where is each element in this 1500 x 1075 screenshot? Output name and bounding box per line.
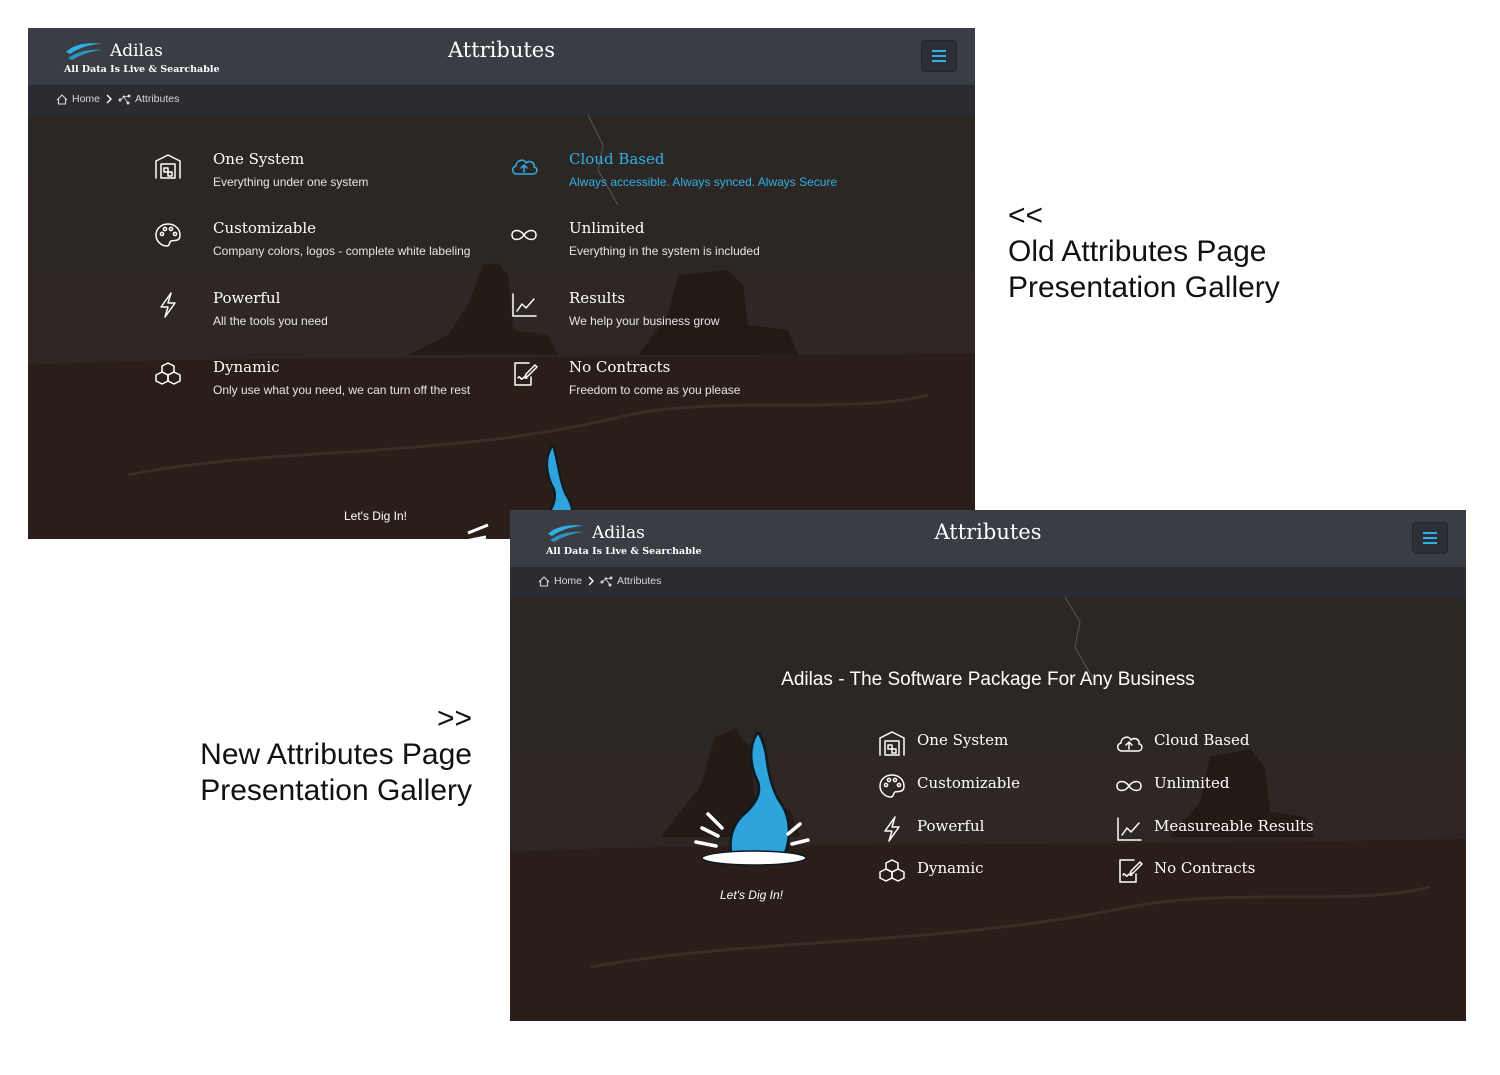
feature-title: Customizable bbox=[917, 774, 1021, 792]
feature-description: All the tools you need bbox=[213, 314, 328, 328]
feature-description: Everything in the system is included bbox=[569, 244, 760, 258]
top-navbar: Adilas All Data Is Live & Searchable Att… bbox=[28, 28, 975, 85]
feature-title: Results bbox=[569, 289, 626, 307]
breadcrumb: Home Attributes bbox=[28, 85, 975, 115]
building-icon bbox=[877, 728, 907, 758]
feature-title: Powerful bbox=[917, 817, 985, 835]
feature-title: Dynamic bbox=[213, 358, 280, 376]
cubes-icon bbox=[877, 856, 907, 886]
new-attributes-screenshot: Adilas All Data Is Live & Searchable Att… bbox=[510, 510, 1466, 1021]
breadcrumb-home-link[interactable]: Home bbox=[72, 93, 100, 105]
menu-button[interactable] bbox=[921, 40, 957, 72]
feature-description: Only use what you need, we can turn off … bbox=[213, 383, 471, 397]
new-caption-line2: Presentation Gallery bbox=[200, 774, 472, 807]
top-navbar: Adilas All Data Is Live & Searchable Att… bbox=[510, 510, 1466, 567]
feature-title: Dynamic bbox=[917, 859, 984, 877]
feature-title: Cloud Based bbox=[1154, 731, 1250, 749]
signed-document-icon bbox=[509, 359, 539, 389]
attributes-icon bbox=[600, 576, 613, 586]
page-title: Attributes bbox=[934, 520, 1042, 544]
feature-description: Everything under one system bbox=[213, 175, 369, 189]
cloud-upload-icon bbox=[509, 151, 539, 181]
hero-section: One System Everything under one system Clo… bbox=[28, 115, 975, 539]
desert-background bbox=[510, 597, 1466, 1021]
digging-dog-mascot bbox=[694, 732, 810, 866]
feature-description: Always accessible. Always synced. Always… bbox=[569, 175, 838, 189]
home-icon bbox=[56, 93, 68, 105]
infinity-icon bbox=[1114, 771, 1144, 801]
feature-title: Cloud Based bbox=[569, 150, 665, 168]
signed-document-icon bbox=[1114, 856, 1144, 886]
hero-headline: Adilas - The Software Package For Any Bu… bbox=[781, 669, 1195, 690]
lightning-icon bbox=[153, 290, 183, 320]
page-title: Attributes bbox=[447, 38, 556, 62]
feature-title: One System bbox=[213, 150, 305, 168]
infinity-icon bbox=[509, 220, 539, 250]
hamburger-icon bbox=[1423, 532, 1437, 544]
old-attributes-screenshot: Adilas All Data Is Live & Searchable Att… bbox=[28, 28, 975, 539]
home-icon bbox=[538, 575, 550, 587]
feature-description: Company colors, logos - complete white l… bbox=[213, 244, 471, 258]
chevron-right-icon bbox=[106, 94, 113, 104]
feature-title: Unlimited bbox=[1154, 774, 1230, 792]
cloud-upload-icon bbox=[1114, 728, 1144, 758]
old-page-caption: << Old Attributes Page Presentation Gall… bbox=[1008, 198, 1280, 306]
line-chart-icon bbox=[509, 290, 539, 320]
hamburger-icon bbox=[932, 50, 946, 62]
left-arrow-caption: << bbox=[1008, 199, 1044, 232]
feature-description: We help your business grow bbox=[569, 314, 720, 328]
menu-button[interactable] bbox=[1412, 522, 1448, 554]
old-caption-line2: Presentation Gallery bbox=[1008, 271, 1280, 304]
right-arrow-caption: >> bbox=[436, 702, 472, 735]
feature-title: One System bbox=[917, 731, 1009, 749]
cubes-icon bbox=[153, 359, 183, 389]
hero-section: Adilas - The Software Package For Any Bu… bbox=[510, 597, 1466, 1021]
line-chart-icon bbox=[1114, 814, 1144, 844]
brand-tagline: All Data Is Live & Searchable bbox=[64, 64, 220, 75]
feature-title: Customizable bbox=[213, 219, 317, 237]
breadcrumb-current: Attributes bbox=[617, 575, 662, 587]
attributes-icon bbox=[118, 94, 131, 104]
lightning-icon bbox=[877, 814, 907, 844]
feature-title: No Contracts bbox=[1154, 859, 1256, 877]
feature-title: Powerful bbox=[213, 289, 281, 307]
building-icon bbox=[153, 151, 183, 181]
palette-icon bbox=[153, 220, 183, 250]
palette-icon bbox=[877, 771, 907, 801]
new-page-caption: >> New Attributes Page Presentation Gall… bbox=[200, 701, 472, 809]
new-caption-line1: New Attributes Page bbox=[200, 738, 472, 771]
breadcrumb: Home Attributes bbox=[510, 567, 1466, 597]
breadcrumb-home-link[interactable]: Home bbox=[554, 575, 582, 587]
lets-dig-in-label: Let's Dig In! bbox=[720, 888, 783, 902]
feature-description: Freedom to come as you please bbox=[569, 383, 741, 397]
feature-title: Measureable Results bbox=[1154, 817, 1314, 835]
brand-tagline: All Data Is Live & Searchable bbox=[546, 546, 702, 557]
lets-dig-in-label: Let's Dig In! bbox=[344, 509, 407, 523]
chevron-right-icon bbox=[588, 576, 595, 586]
breadcrumb-current: Attributes bbox=[135, 93, 180, 105]
feature-title: No Contracts bbox=[569, 358, 671, 376]
feature-title: Unlimited bbox=[569, 219, 645, 237]
old-caption-line1: Old Attributes Page bbox=[1008, 235, 1267, 268]
